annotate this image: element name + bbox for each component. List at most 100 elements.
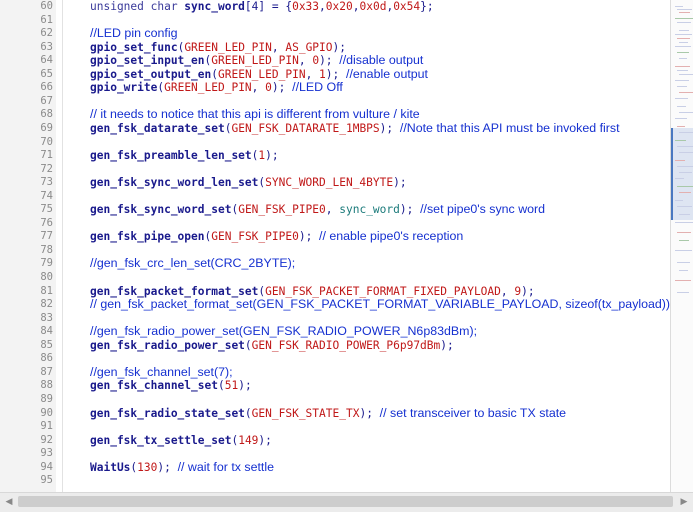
minimap-line [679, 240, 689, 241]
code-text[interactable]: // gen_fsk_packet_format_set(GEN_FSK_PAC… [90, 297, 670, 312]
code-line[interactable]: 65 gpio_set_output_en(GREEN_LED_PIN, 1); … [0, 67, 670, 82]
code-line[interactable]: 90 gen_fsk_radio_state_set(GEN_FSK_STATE_… [0, 406, 670, 421]
line-number: 63 [40, 40, 53, 53]
scroll-right-icon[interactable]: ▶ [678, 496, 690, 508]
code-token: //gen_fsk_crc_len_set(CRC_2BYTE); [90, 256, 296, 271]
code-line[interactable]: 83 [0, 312, 670, 326]
minimap-line [675, 280, 691, 281]
code-line[interactable]: 61 [0, 14, 670, 28]
code-line[interactable]: 94 WaitUs(130); // wait for tx settle [0, 460, 670, 475]
code-line[interactable]: 62 //LED pin config [0, 26, 670, 41]
code-text[interactable]: //gen_fsk_radio_power_set(GEN_FSK_RADIO_… [90, 324, 477, 339]
code-line[interactable]: 71 gen_fsk_preamble_len_set(1); [0, 149, 670, 163]
minimap-line [675, 160, 685, 161]
code-token: , [319, 0, 326, 13]
code-text[interactable]: unsigned char sync_word[4] = {0x33,0x20,… [90, 0, 434, 14]
code-token: 149 [238, 433, 259, 447]
scroll-left-icon[interactable]: ◀ [3, 496, 15, 508]
code-line[interactable]: 89 [0, 393, 670, 407]
code-text[interactable]: //gen_fsk_crc_len_set(CRC_2BYTE); [90, 257, 295, 271]
code-text[interactable]: gen_fsk_packet_format_set(GEN_FSK_PACKET… [90, 285, 535, 299]
code-line[interactable]: 72 [0, 163, 670, 177]
code-line[interactable]: 80 [0, 271, 670, 285]
code-line[interactable]: 69 gen_fsk_datarate_set(GEN_FSK_DATARATE_… [0, 121, 670, 136]
minimap-line [677, 166, 693, 167]
code-line[interactable]: 74 [0, 190, 670, 204]
code-editor[interactable]: 60 unsigned char sync_word[4] = {0x33,0x2… [0, 0, 670, 492]
code-token: 130 [137, 460, 158, 474]
line-number: 60 [40, 0, 53, 12]
code-line[interactable]: 78 [0, 244, 670, 258]
code-text[interactable]: gen_fsk_channel_set(51); [90, 379, 252, 393]
code-text[interactable]: //LED pin config [90, 26, 177, 41]
code-token: gen_fsk_radio_state_set [90, 406, 245, 420]
code-line[interactable]: 93 [0, 447, 670, 461]
minimap-line [677, 22, 691, 23]
minimap-line [679, 132, 693, 133]
code-line[interactable]: 82 // gen_fsk_packet_format_set(GEN_FSK_P… [0, 297, 670, 312]
line-number: 81 [40, 284, 53, 297]
code-token: GREEN_LED_PIN [164, 81, 252, 95]
code-line[interactable]: 87 //gen_fsk_channel_set(7); [0, 365, 670, 380]
code-line[interactable]: 70 [0, 136, 670, 150]
code-line[interactable]: 91 [0, 420, 670, 434]
code-text[interactable]: gen_fsk_sync_word_set(GEN_FSK_PIPE0, syn… [90, 203, 545, 217]
scrollbar-thumb[interactable] [18, 496, 673, 507]
code-token: 0x20 [325, 0, 353, 13]
code-text[interactable]: gen_fsk_preamble_len_set(1); [90, 149, 279, 163]
minimap-line [677, 292, 689, 293]
code-line[interactable]: 85 gen_fsk_radio_power_set(GEN_FSK_RADIO_… [0, 339, 670, 353]
horizontal-scrollbar[interactable]: ◀ ▶ [0, 492, 693, 512]
code-line[interactable]: 66 gpio_write(GREEN_LED_PIN, 0); //LED Of… [0, 81, 670, 95]
code-line[interactable]: 88 gen_fsk_channel_set(51); [0, 379, 670, 393]
code-line[interactable]: 84 //gen_fsk_radio_power_set(GEN_FSK_RADI… [0, 324, 670, 339]
minimap-line [677, 186, 693, 187]
code-token: gpio_set_func [90, 40, 178, 54]
code-line[interactable]: 95 [0, 474, 670, 488]
code-text[interactable]: gen_fsk_pipe_open(GEN_FSK_PIPE0); // ena… [90, 230, 463, 244]
code-line[interactable]: 79 //gen_fsk_crc_len_set(CRC_2BYTE); [0, 257, 670, 271]
code-line[interactable]: 81 gen_fsk_packet_format_set(GEN_FSK_PACK… [0, 285, 670, 299]
line-number: 77 [40, 230, 53, 243]
code-text[interactable]: gen_fsk_radio_power_set(GEN_FSK_RADIO_PO… [90, 339, 454, 353]
code-line[interactable]: 86 [0, 352, 670, 366]
code-text[interactable]: gpio_set_func(GREEN_LED_PIN, AS_GPIO); [90, 41, 346, 55]
code-token: ); [440, 338, 454, 352]
line-number: 70 [40, 135, 53, 148]
minimap-line [675, 250, 692, 251]
code-line[interactable]: 75 gen_fsk_sync_word_set(GEN_FSK_PIPE0, s… [0, 203, 670, 217]
code-text[interactable]: gpio_write(GREEN_LED_PIN, 0); //LED Off [90, 81, 343, 95]
minimap-line [675, 98, 688, 99]
line-number: 65 [40, 67, 53, 80]
code-token: GREEN_LED_PIN [218, 67, 306, 81]
code-line[interactable]: 76 [0, 217, 670, 231]
code-text[interactable]: gen_fsk_sync_word_len_set(SYNC_WORD_LEN_… [90, 176, 407, 190]
minimap[interactable] [670, 0, 693, 492]
code-token: GEN_FSK_PIPE0 [211, 230, 299, 244]
minimap-line [675, 46, 691, 47]
code-text[interactable]: gen_fsk_datarate_set(GEN_FSK_DATARATE_1M… [90, 121, 620, 136]
code-line[interactable]: 64 gpio_set_input_en(GREEN_LED_PIN, 0); /… [0, 53, 670, 68]
code-text[interactable]: //gen_fsk_channel_set(7); [90, 365, 233, 380]
code-text[interactable]: gen_fsk_radio_state_set(GEN_FSK_STATE_TX… [90, 406, 566, 421]
code-text[interactable]: gpio_set_input_en(GREEN_LED_PIN, 0); //d… [90, 53, 423, 68]
code-text[interactable]: // it needs to notice that this api is d… [90, 108, 420, 122]
code-line[interactable]: 73 gen_fsk_sync_word_len_set(SYNC_WORD_LE… [0, 176, 670, 190]
code-token: gpio_set_output_en [90, 67, 212, 81]
line-number: 62 [40, 27, 53, 40]
code-token: 0 [265, 81, 272, 95]
code-line[interactable]: 77 gen_fsk_pipe_open(GEN_FSK_PIPE0); // e… [0, 230, 670, 244]
line-number: 75 [40, 203, 53, 216]
code-token: WaitUs [90, 460, 131, 474]
code-text[interactable]: WaitUs(130); // wait for tx settle [90, 460, 274, 475]
code-line[interactable]: 92 gen_fsk_tx_settle_set(149); [0, 434, 670, 448]
code-text[interactable]: gen_fsk_tx_settle_set(149); [90, 434, 272, 448]
minimap-line [677, 146, 693, 147]
code-line[interactable]: 60 unsigned char sync_word[4] = {0x33,0x2… [0, 0, 670, 14]
code-line[interactable]: 67 [0, 95, 670, 109]
code-line[interactable]: 68 // it needs to notice that this api is… [0, 108, 670, 122]
code-token: ); [332, 40, 346, 54]
code-text[interactable]: gpio_set_output_en(GREEN_LED_PIN, 1); //… [90, 67, 428, 82]
code-line[interactable]: 63 gpio_set_func(GREEN_LED_PIN, AS_GPIO); [0, 41, 670, 55]
minimap-line [677, 70, 688, 71]
